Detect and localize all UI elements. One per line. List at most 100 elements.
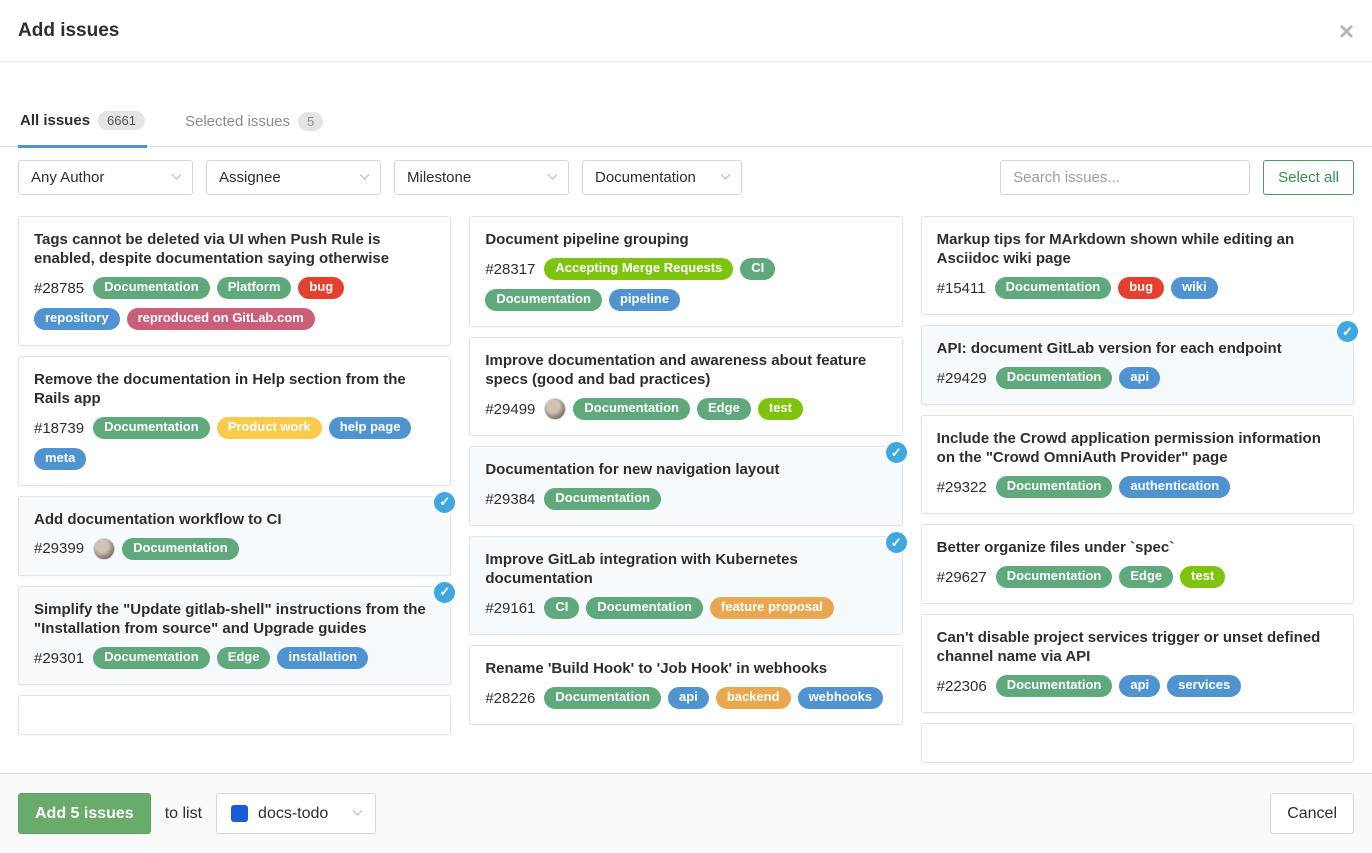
issue-label: api <box>668 687 709 709</box>
issue-label: Documentation <box>996 675 1113 697</box>
issue-card[interactable]: Better organize files under `spec`#29627… <box>921 524 1354 604</box>
issue-label: backend <box>716 687 791 709</box>
issue-card[interactable]: ✓Documentation for new navigation layout… <box>469 446 902 526</box>
issue-meta-row: #22306Documentationapiservices <box>937 675 1338 697</box>
search-input[interactable] <box>1000 160 1250 195</box>
issue-label: Accepting Merge Requests <box>544 258 733 280</box>
list-color-swatch <box>231 805 248 822</box>
target-list-name: docs-todo <box>258 805 344 823</box>
tab-selected-issues-label: Selected issues <box>185 113 290 130</box>
selected-check-icon: ✓ <box>432 580 457 605</box>
modal-header: Add issues × <box>0 0 1372 62</box>
issue-card[interactable]: ✓Improve GitLab integration with Kuberne… <box>469 536 902 635</box>
author-filter-dropdown[interactable]: Any Author <box>18 160 193 195</box>
issue-card[interactable] <box>18 695 451 735</box>
issue-label: api <box>1119 367 1160 389</box>
issue-label: Documentation <box>485 289 602 311</box>
issue-title: Include the Crowd application permission… <box>937 429 1338 467</box>
milestone-filter-label: Milestone <box>407 169 471 186</box>
issue-number: #29384 <box>485 491 535 508</box>
label-filter-dropdown[interactable]: Documentation <box>582 160 742 195</box>
issue-meta-row: #28785DocumentationPlatformbugrepository… <box>34 277 435 330</box>
issue-label: Documentation <box>93 277 210 299</box>
cancel-button[interactable]: Cancel <box>1270 793 1354 834</box>
issue-card[interactable]: Remove the documentation in Help section… <box>18 356 451 486</box>
issue-meta-row: #29161CIDocumentationfeature proposal <box>485 597 886 619</box>
assignee-avatar <box>93 538 115 560</box>
issue-label: bug <box>1118 277 1164 299</box>
issue-meta-row: #29384 Documentation <box>485 488 886 510</box>
issue-title: Improve documentation and awareness abou… <box>485 351 886 389</box>
issue-label: Platform <box>217 277 292 299</box>
issue-title: Tags cannot be deleted via UI when Push … <box>34 230 435 268</box>
target-list-dropdown[interactable]: docs-todo <box>216 793 376 834</box>
issue-title: Markup tips for MArkdown shown while edi… <box>937 230 1338 268</box>
issue-card[interactable]: Rename 'Build Hook' to 'Job Hook' in web… <box>469 645 902 725</box>
issue-title: Rename 'Build Hook' to 'Job Hook' in web… <box>485 659 886 678</box>
issue-card[interactable] <box>921 723 1354 763</box>
issue-label: reproduced on GitLab.com <box>127 308 315 330</box>
issue-label: Documentation <box>93 417 210 439</box>
issue-label: wiki <box>1171 277 1218 299</box>
issue-card[interactable]: Markup tips for MArkdown shown while edi… <box>921 216 1354 315</box>
issue-meta-row: #29399Documentation <box>34 538 435 560</box>
issue-card[interactable]: Tags cannot be deleted via UI when Push … <box>18 216 451 346</box>
issue-number: #28785 <box>34 280 84 297</box>
issue-number: #15411 <box>937 280 986 297</box>
assignee-filter-dropdown[interactable]: Assignee <box>206 160 381 195</box>
issue-card[interactable]: ✓Add documentation workflow to CI#29399D… <box>18 496 451 576</box>
selected-check-icon: ✓ <box>884 440 909 465</box>
select-all-button[interactable]: Select all <box>1263 160 1354 195</box>
selected-check-icon: ✓ <box>1335 319 1360 344</box>
assignee-filter-label: Assignee <box>219 169 281 186</box>
tab-selected-issues[interactable]: Selected issues 5 <box>183 98 325 146</box>
issue-meta-row: #28317Accepting Merge RequestsCIDocument… <box>485 258 886 311</box>
issue-label: Documentation <box>122 538 239 560</box>
issue-card[interactable]: Improve documentation and awareness abou… <box>469 337 902 436</box>
issue-label: services <box>1167 675 1241 697</box>
issue-number: #29499 <box>485 401 535 418</box>
issue-label: CI <box>544 597 579 619</box>
add-issues-button[interactable]: Add 5 issues <box>18 793 151 834</box>
modal-title: Add issues <box>18 20 119 42</box>
chevron-down-icon <box>548 170 558 180</box>
issue-label: Documentation <box>544 488 661 510</box>
issue-meta-row: #29429Documentationapi <box>937 367 1338 389</box>
issue-meta-row: #29322Documentationauthentication <box>937 476 1338 498</box>
issue-title: Simplify the "Update gitlab-shell" instr… <box>34 600 435 638</box>
label-filter-label: Documentation <box>595 169 696 186</box>
issue-title: Improve GitLab integration with Kubernet… <box>485 550 886 588</box>
issue-card[interactable]: ✓Simplify the "Update gitlab-shell" inst… <box>18 586 451 685</box>
assignee-avatar <box>544 398 566 420</box>
issue-label: Product work <box>217 417 322 439</box>
milestone-filter-dropdown[interactable]: Milestone <box>394 160 569 195</box>
issue-label: feature proposal <box>710 597 834 619</box>
selected-check-icon: ✓ <box>432 490 457 515</box>
footer-bar: Add 5 issues to list docs-todo Cancel <box>0 773 1372 853</box>
all-issues-count-badge: 6661 <box>98 111 145 130</box>
issue-title: Document pipeline grouping <box>485 230 886 249</box>
tab-all-issues[interactable]: All issues 6661 <box>18 97 147 148</box>
filter-bar: Any Author Assignee Milestone Documentat… <box>0 147 1372 208</box>
board-column-2: Document pipeline grouping #28317Acceptin… <box>469 216 902 774</box>
close-icon[interactable]: × <box>1339 18 1354 44</box>
author-filter-label: Any Author <box>31 169 104 186</box>
board-column-1: Tags cannot be deleted via UI when Push … <box>18 216 451 774</box>
selected-issues-count-badge: 5 <box>298 112 323 131</box>
issue-card[interactable]: Document pipeline grouping #28317Acceptin… <box>469 216 902 327</box>
issue-number: #18739 <box>34 420 84 437</box>
issue-label: installation <box>277 647 368 669</box>
issue-label: authentication <box>1119 476 1230 498</box>
issue-label: Documentation <box>573 398 690 420</box>
issue-title: Can't disable project services trigger o… <box>937 628 1338 666</box>
issue-number: #29322 <box>937 479 987 496</box>
issue-label: repository <box>34 308 120 330</box>
issue-card[interactable]: ✓API: document GitLab version for each e… <box>921 325 1354 405</box>
issue-number: #22306 <box>937 678 987 695</box>
issue-card[interactable]: Can't disable project services trigger o… <box>921 614 1354 713</box>
issue-meta-row: #18739DocumentationProduct workhelp page… <box>34 417 435 470</box>
issue-label: Documentation <box>996 566 1113 588</box>
issue-card[interactable]: Include the Crowd application permission… <box>921 415 1354 514</box>
issue-label: Documentation <box>586 597 703 619</box>
issue-number: #29429 <box>937 370 987 387</box>
